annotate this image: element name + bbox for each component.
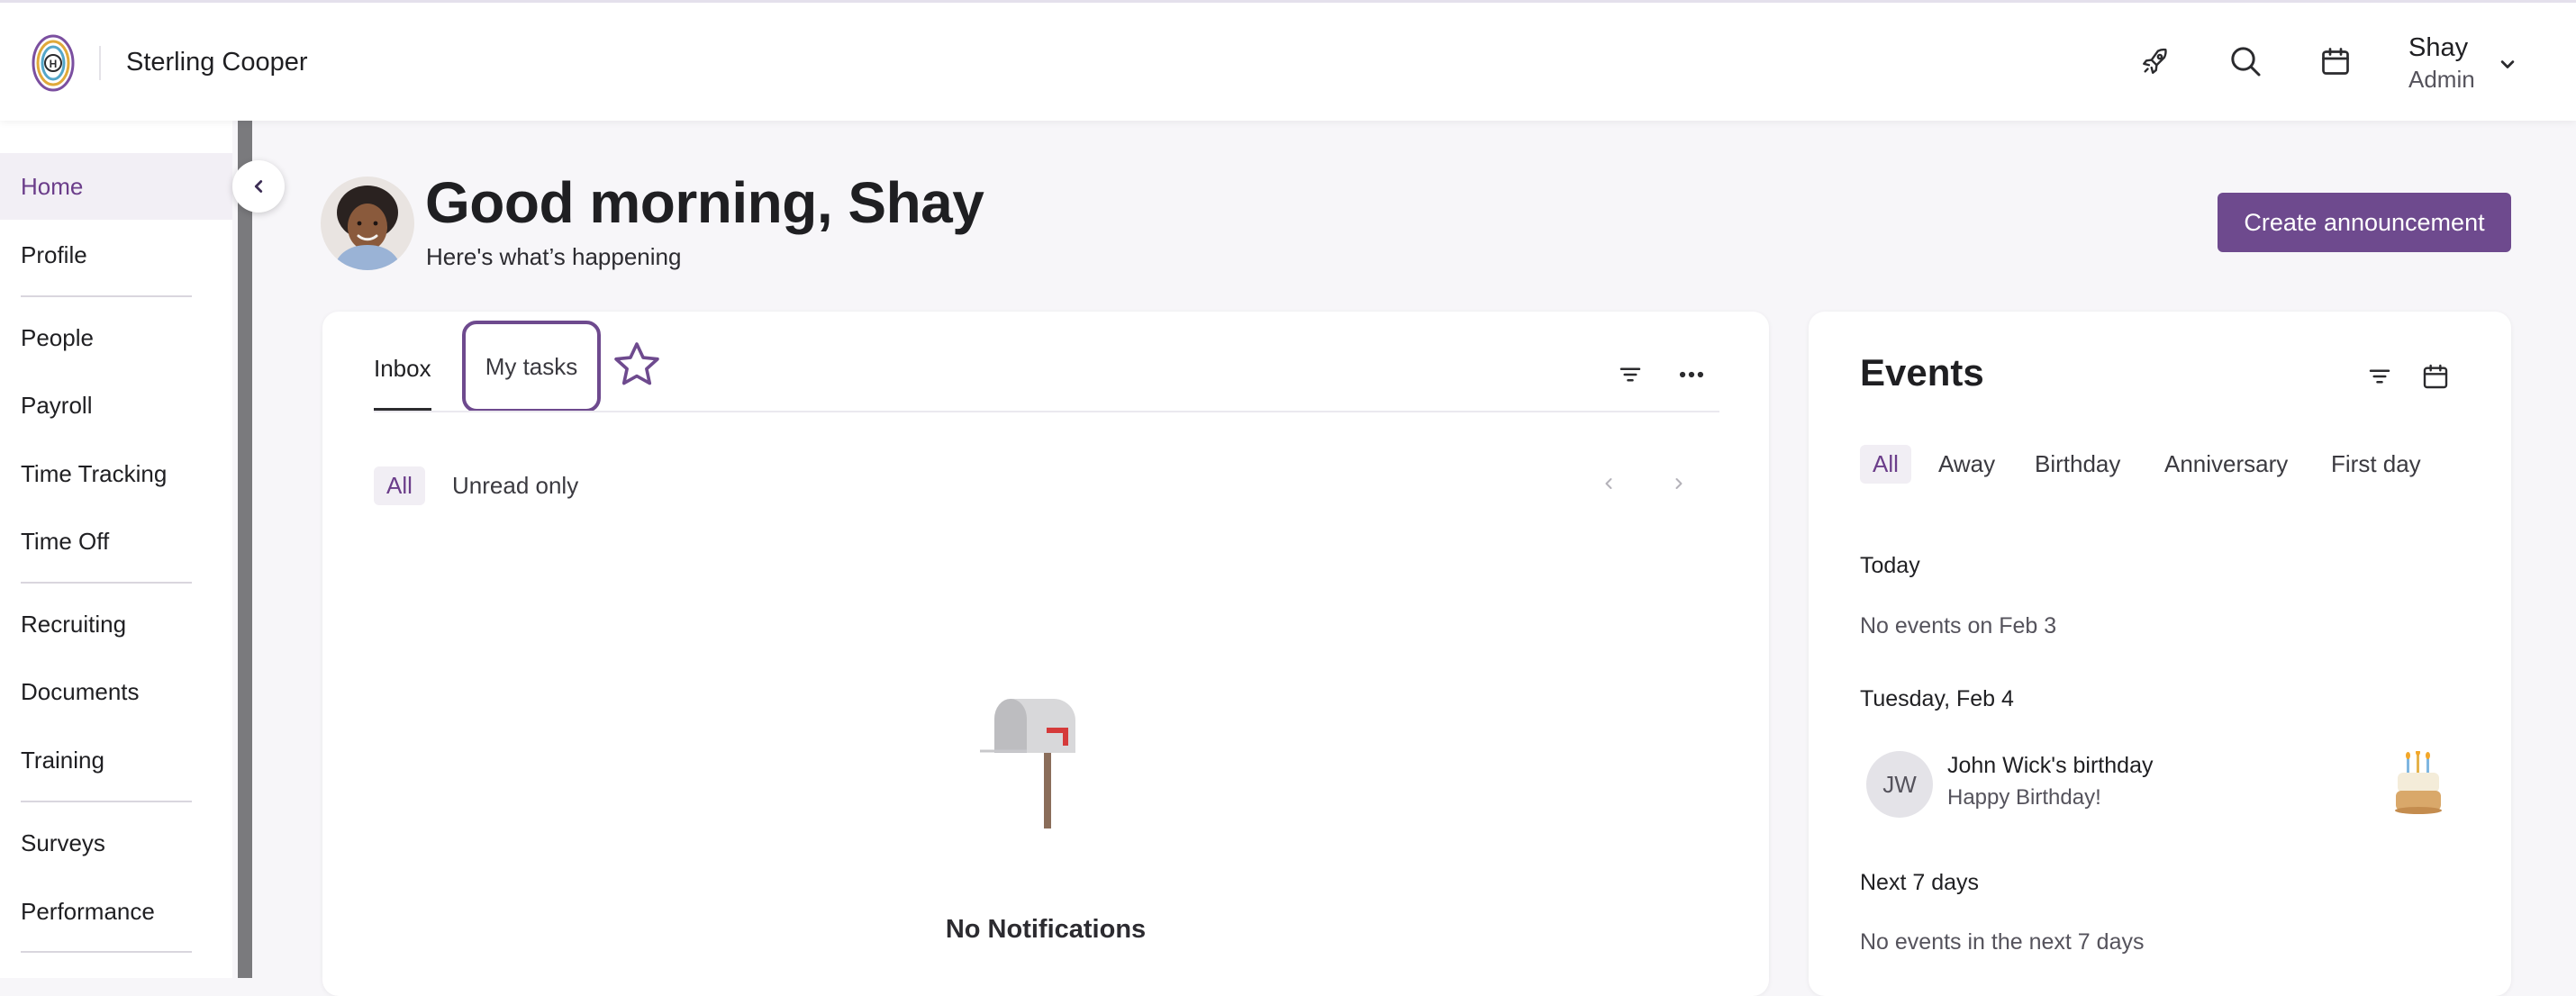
sidebar-divider: [21, 295, 192, 297]
svg-text:H: H: [50, 58, 58, 70]
event-title[interactable]: John Wick's birthday: [1947, 753, 2153, 779]
sidebar-item-label: Home: [21, 172, 84, 200]
sidebar-divider: [21, 801, 192, 802]
star-icon[interactable]: [611, 339, 663, 391]
sidebar-item-label: Documents: [21, 677, 140, 705]
sidebar-item-people[interactable]: People: [0, 304, 232, 371]
user-name: Shay: [2408, 33, 2469, 62]
create-announcement-button[interactable]: Create announcement: [2218, 193, 2511, 252]
sidebar-item-label: Time Off: [21, 527, 110, 555]
filter-all-chip[interactable]: All: [374, 466, 425, 505]
sidebar-item-label: Payroll: [21, 391, 93, 419]
mailbox-icon: [980, 699, 1075, 828]
sidebar-item-label: People: [21, 323, 94, 351]
events-section-next-7-days: Next 7 days: [1860, 870, 1980, 895]
sidebar-item-label: Performance: [21, 897, 155, 925]
events-today-empty: No events on Feb 3: [1860, 613, 2057, 638]
sidebar-item-performance[interactable]: Performance: [0, 878, 232, 945]
sidebar-item-payroll[interactable]: Payroll: [0, 372, 232, 439]
tab-my-tasks[interactable]: My tasks: [462, 321, 601, 412]
company-logo[interactable]: H: [31, 33, 76, 93]
tab-label: My tasks: [485, 352, 578, 380]
sidebar-item-time-off[interactable]: Time Off: [0, 508, 232, 575]
events-card: Events All Away Birthday Anniversary Fir…: [1809, 312, 2511, 996]
sidebar-item-label: Surveys: [21, 828, 105, 856]
birthday-cake-icon: [2395, 751, 2442, 814]
calendar-icon[interactable]: [2313, 39, 2358, 84]
sidebar-divider: [21, 951, 192, 953]
events-filter-all[interactable]: All: [1860, 445, 1911, 484]
tabs-divider: [374, 411, 1719, 412]
chevron-down-icon[interactable]: [2495, 51, 2520, 77]
inbox-card: Inbox My tasks All Unread only No Notifi…: [322, 312, 1769, 996]
sidebar-item-surveys[interactable]: Surveys: [0, 810, 232, 876]
sidebar: Home Profile People Payroll Time Trackin…: [0, 121, 232, 978]
filter-icon[interactable]: [2362, 358, 2398, 394]
sidebar-item-label: Recruiting: [21, 610, 127, 638]
logo-divider: [99, 46, 101, 80]
sidebar-item-training[interactable]: Training: [0, 727, 232, 793]
events-title: Events: [1860, 351, 1984, 394]
user-role: Admin: [2408, 66, 2475, 93]
sidebar-divider: [21, 582, 192, 584]
company-name[interactable]: Sterling Cooper: [126, 48, 308, 77]
rocket-icon[interactable]: [2133, 39, 2178, 84]
more-options-icon[interactable]: [1673, 357, 1710, 393]
page-subtitle: Here's what’s happening: [426, 243, 682, 270]
empty-state-title: No Notifications: [945, 915, 1147, 944]
search-icon[interactable]: [2223, 39, 2268, 84]
calendar-icon[interactable]: [2417, 358, 2454, 394]
tab-inbox[interactable]: Inbox: [374, 355, 431, 411]
events-section-tuesday: Tuesday, Feb 4: [1860, 686, 2014, 711]
collapse-sidebar-button[interactable]: [232, 160, 285, 213]
user-avatar: [321, 177, 414, 270]
sidebar-item-recruiting[interactable]: Recruiting: [0, 591, 232, 657]
chevron-left-icon: [254, 180, 263, 193]
page-title: Good morning, Shay: [425, 170, 984, 235]
event-subtitle: Happy Birthday!: [1947, 785, 2101, 810]
sidebar-item-time-tracking[interactable]: Time Tracking: [0, 440, 232, 507]
sidebar-scrollbar[interactable]: [238, 121, 252, 978]
filter-icon[interactable]: [1612, 357, 1648, 393]
events-filter-away[interactable]: Away: [1938, 450, 1995, 484]
sidebar-item-label: Time Tracking: [21, 459, 168, 487]
chevron-left-icon[interactable]: [1595, 470, 1622, 497]
sidebar-item-home[interactable]: Home: [0, 153, 232, 220]
events-filter-birthday[interactable]: Birthday: [2035, 450, 2120, 484]
top-bar: H Sterling Cooper Shay Admin: [0, 0, 2576, 121]
sidebar-item-label: Profile: [21, 240, 87, 268]
sidebar-item-profile[interactable]: Profile: [0, 222, 232, 288]
events-section-today: Today: [1860, 553, 1920, 578]
avatar[interactable]: JW: [1866, 751, 1933, 818]
events-filter-first-day[interactable]: First day: [2331, 450, 2421, 484]
events-next-7-empty: No events in the next 7 days: [1860, 929, 2145, 955]
sidebar-item-documents[interactable]: Documents: [0, 658, 232, 725]
user-menu[interactable]: Shay Admin: [2408, 32, 2475, 95]
filter-unread-chip[interactable]: Unread only: [452, 466, 578, 505]
events-filter-anniversary[interactable]: Anniversary: [2164, 450, 2288, 484]
chevron-right-icon[interactable]: [1665, 470, 1692, 497]
sidebar-item-label: Training: [21, 746, 104, 774]
